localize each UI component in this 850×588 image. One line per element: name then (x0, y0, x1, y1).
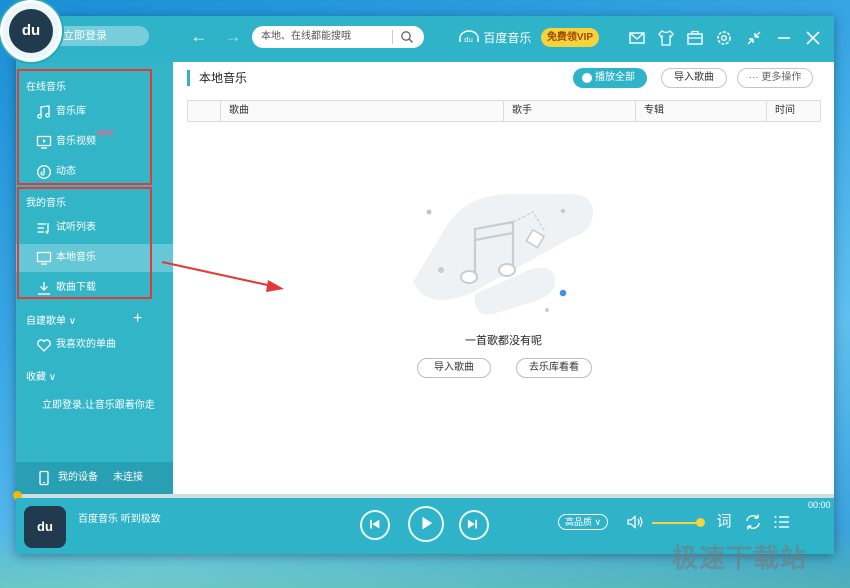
vip-button[interactable]: 免费领VIP (541, 28, 599, 47)
empty-import-songs-button[interactable]: 导入歌曲 (417, 358, 491, 378)
previous-button[interactable] (360, 510, 390, 540)
chevron-down-icon: ∨ (68, 316, 77, 327)
chevron-down-icon: ∨ (594, 517, 602, 527)
search-input[interactable]: 本地、在线都能搜哦 (252, 26, 424, 48)
skin-shirt-icon[interactable] (656, 28, 676, 48)
playlist-queue-icon[interactable] (772, 512, 792, 532)
login-button[interactable]: 立即登录 (49, 26, 149, 46)
app-window: 立即登录 ← → 本地、在线都能搜哦 du 百度音乐 免费领VIP 在线音乐 音… (0, 0, 834, 554)
forward-arrow-icon[interactable]: → (224, 28, 242, 46)
minimize-icon[interactable] (774, 28, 794, 48)
time-display: 00:00 (808, 500, 831, 510)
app-logo[interactable]: du (0, 0, 62, 62)
login-prompt-link[interactable]: 立即登录,让音乐跟着你走 (42, 396, 155, 411)
sidebar-item-label: 我喜欢的单曲 (56, 339, 116, 350)
volume-slider[interactable] (652, 522, 700, 524)
play-icon (422, 516, 433, 530)
volume-handle[interactable] (696, 518, 705, 527)
collection-heading-label: 收藏 (26, 372, 46, 383)
add-playlist-icon[interactable]: + (133, 311, 142, 327)
top-bar: 立即登录 ← → 本地、在线都能搜哦 du 百度音乐 免费领VIP (16, 16, 834, 62)
main-panel: 本地音乐 播放全部 导入歌曲 ··· 更多操作 歌曲 歌手 专辑 时间 一首歌都… (173, 62, 834, 494)
mail-icon[interactable] (627, 28, 647, 48)
volume-icon[interactable] (625, 512, 645, 532)
song-title: 百度音乐 听到极致 (78, 514, 161, 525)
heart-icon (37, 339, 51, 352)
close-icon[interactable] (803, 28, 823, 48)
album-cover[interactable]: du (24, 506, 66, 548)
lyrics-button[interactable]: 词 (714, 512, 734, 532)
playlist-heading-label: 自建歌单 (26, 316, 66, 327)
phone-icon (39, 470, 49, 486)
empty-message: 一首歌都没有呢 (465, 335, 542, 347)
back-arrow-icon[interactable]: ← (190, 28, 208, 46)
section-heading-playlists[interactable]: 自建歌单 ∨ (26, 312, 76, 327)
headphones-icon: du (459, 30, 479, 44)
device-status: 未连接 (113, 472, 143, 483)
logo-text: du (9, 9, 53, 53)
highlight-box-my-music (17, 187, 152, 299)
toolbox-icon[interactable] (685, 28, 705, 48)
browse-library-button[interactable]: 去乐库看看 (516, 358, 592, 378)
brand-name: 百度音乐 (483, 31, 532, 45)
watermark-text: 极速下载站 (672, 543, 808, 573)
search-icon[interactable] (400, 30, 414, 44)
repeat-icon[interactable] (743, 512, 763, 532)
search-placeholder: 本地、在线都能搜哦 (261, 31, 351, 42)
highlight-box-online-music (17, 69, 152, 185)
brand: du 百度音乐 (458, 29, 531, 47)
gear-icon[interactable] (714, 28, 734, 48)
section-heading-collection[interactable]: 收藏 ∨ (26, 368, 56, 383)
quality-selector[interactable]: 高品质 ∨ (558, 514, 608, 530)
device-label: 我的设备 (58, 472, 98, 483)
search-divider (392, 30, 393, 44)
mini-mode-icon[interactable] (744, 28, 764, 48)
sidebar-item-favorites[interactable]: 我喜欢的单曲 (16, 331, 173, 359)
next-button[interactable] (459, 510, 489, 540)
next-icon (467, 519, 478, 529)
empty-music-illustration (413, 194, 593, 315)
play-button[interactable] (408, 506, 444, 542)
svg-text:du: du (464, 36, 473, 44)
device-bar[interactable]: 我的设备 未连接 (16, 462, 173, 494)
chevron-down-icon: ∨ (48, 372, 57, 383)
quality-label: 高品质 (564, 517, 592, 527)
previous-icon (370, 519, 380, 529)
